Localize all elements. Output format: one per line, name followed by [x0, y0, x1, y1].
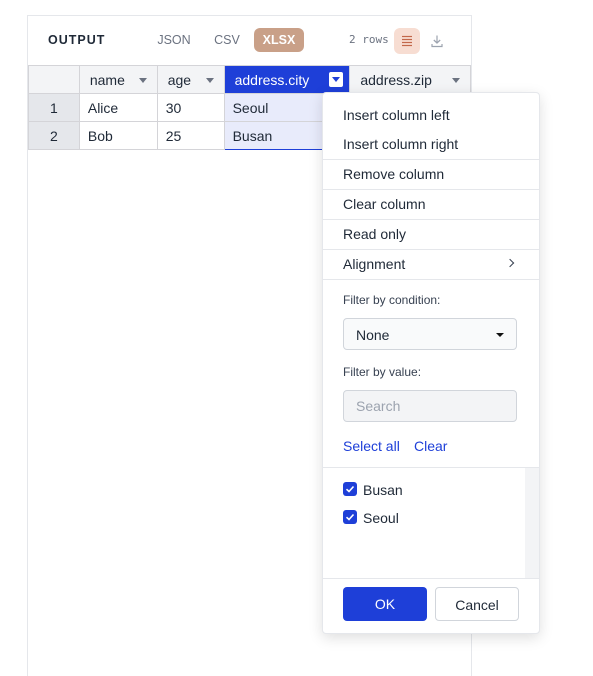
filter-value-label: Filter by value:: [343, 365, 422, 379]
format-tab-json[interactable]: JSON: [152, 28, 196, 52]
menu-item-alignment[interactable]: Alignment: [323, 249, 539, 279]
download-icon[interactable]: [424, 28, 450, 54]
menu-divider: [323, 279, 539, 280]
condition-select[interactable]: None: [343, 318, 517, 350]
checkbox[interactable]: [343, 482, 357, 496]
checkbox-label: Busan: [363, 482, 403, 498]
cancel-button[interactable]: Cancel: [435, 587, 519, 621]
scrollbar[interactable]: [525, 468, 539, 578]
menu-item-insert-column-left[interactable]: Insert column left: [323, 100, 539, 130]
checkbox-label: Seoul: [363, 510, 399, 526]
select-all-link[interactable]: Select all: [343, 438, 400, 454]
value-list: Busan Seoul: [323, 467, 539, 579]
clear-link[interactable]: Clear: [414, 438, 447, 454]
chevron-right-icon: [505, 258, 515, 268]
column-header-address-city[interactable]: address.city: [223, 65, 351, 94]
output-title: OUTPUT: [48, 33, 106, 47]
corner-cell[interactable]: [28, 65, 80, 94]
row-header[interactable]: 2: [28, 121, 80, 150]
filter-condition-label: Filter by condition:: [343, 293, 441, 307]
column-header-age[interactable]: age: [156, 65, 225, 94]
caret-down-icon: [496, 333, 504, 337]
column-header-address-zip[interactable]: address.zip: [349, 65, 471, 94]
column-context-menu: Insert column left Insert column right R…: [322, 92, 540, 634]
column-menu-icon[interactable]: [329, 72, 344, 87]
format-tab-csv[interactable]: CSV: [208, 28, 246, 52]
menu-item-remove-column[interactable]: Remove column: [323, 159, 539, 189]
menu-item-label: Alignment: [343, 256, 406, 272]
table-cell[interactable]: 25: [156, 121, 225, 150]
wrap-text-icon[interactable]: [394, 28, 420, 54]
column-menu-icon[interactable]: [452, 78, 460, 83]
search-input[interactable]: [343, 390, 517, 422]
table-cell[interactable]: Bob: [78, 121, 158, 150]
row-header[interactable]: 1: [28, 93, 80, 122]
output-toolbar: OUTPUT JSON CSV XLSX 2 rows: [28, 16, 471, 65]
checkbox[interactable]: [343, 510, 357, 524]
row-count: 2 rows: [349, 33, 389, 46]
table-cell[interactable]: Alice: [78, 93, 158, 122]
column-menu-icon[interactable]: [138, 78, 147, 83]
menu-item-insert-column-right[interactable]: Insert column right: [323, 129, 539, 159]
ok-button[interactable]: OK: [343, 587, 427, 621]
menu-item-read-only[interactable]: Read only: [323, 219, 539, 249]
format-tab-xlsx[interactable]: XLSX: [254, 28, 304, 52]
column-menu-icon[interactable]: [205, 78, 214, 83]
condition-value: None: [356, 327, 390, 343]
column-header-name[interactable]: name: [78, 65, 158, 94]
table-cell[interactable]: 30: [156, 93, 225, 122]
menu-item-clear-column[interactable]: Clear column: [323, 189, 539, 219]
